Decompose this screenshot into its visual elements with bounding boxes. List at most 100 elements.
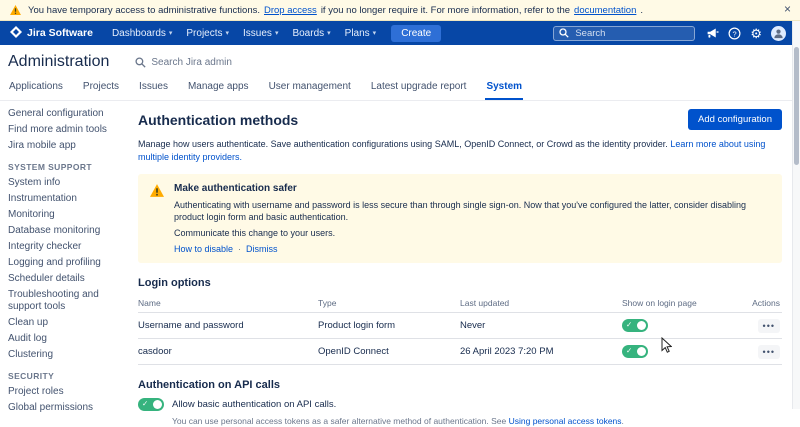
- tab-latest-upgrade-report[interactable]: Latest upgrade report: [370, 77, 468, 100]
- tab-issues[interactable]: Issues: [138, 77, 169, 100]
- tab-system[interactable]: System: [485, 77, 523, 100]
- sidebar-item-project-roles[interactable]: Project roles: [8, 386, 126, 398]
- system-sidebar: General configuration Find more admin to…: [0, 101, 130, 418]
- chevron-down-icon: ▾: [275, 29, 279, 37]
- nav-projects[interactable]: Projects ▾: [179, 28, 236, 39]
- add-configuration-button[interactable]: Add configuration: [688, 109, 782, 130]
- navbar-search[interactable]: [553, 26, 695, 41]
- hint-text: You can use personal access tokens as a …: [172, 416, 506, 426]
- row-type: OpenID Connect: [318, 346, 460, 357]
- jira-logo-icon: [10, 26, 22, 41]
- intro-sentence: Manage how users authenticate. Save auth…: [138, 139, 668, 149]
- brand-label: Jira Software: [27, 27, 93, 39]
- create-button[interactable]: Create: [391, 25, 441, 42]
- documentation-link[interactable]: documentation: [574, 5, 636, 16]
- main-content: Authentication methods Add configuration…: [130, 101, 800, 427]
- search-icon: [559, 28, 569, 38]
- admin-tabs: Applications Projects Issues Manage apps…: [0, 75, 800, 101]
- sidebar-item-general-configuration[interactable]: General configuration: [8, 108, 126, 120]
- admin-search[interactable]: Search Jira admin: [135, 57, 232, 68]
- nav-boards[interactable]: Boards▾: [285, 28, 337, 39]
- hint-end: .: [622, 416, 624, 426]
- close-icon[interactable]: ×: [784, 2, 791, 16]
- jira-brand[interactable]: Jira Software: [10, 26, 93, 41]
- show-on-login-toggle[interactable]: [622, 319, 648, 332]
- row-last-updated: Never: [460, 320, 622, 331]
- warning-icon: [10, 5, 21, 15]
- table-header-row: Name Type Last updated Show on login pag…: [138, 295, 782, 313]
- login-options-title: Login options: [138, 277, 782, 289]
- content-title: Authentication methods: [138, 112, 298, 128]
- sidebar-item-clean-up[interactable]: Clean up: [8, 317, 126, 329]
- dismiss-link[interactable]: Dismiss: [246, 243, 278, 255]
- scrollbar-thumb[interactable]: [794, 47, 799, 165]
- sidebar-section-security: SECURITY: [8, 371, 126, 381]
- sidebar-item-find-more-admin-tools[interactable]: Find more admin tools: [8, 124, 126, 136]
- col-header-last-updated: Last updated: [460, 298, 622, 308]
- tab-manage-apps[interactable]: Manage apps: [187, 77, 250, 100]
- sidebar-section-system-support: SYSTEM SUPPORT: [8, 162, 126, 172]
- tab-projects[interactable]: Projects: [82, 77, 120, 100]
- chevron-down-icon: ▾: [226, 29, 230, 37]
- tab-applications[interactable]: Applications: [8, 77, 64, 100]
- sidebar-item-clustering[interactable]: Clustering: [8, 349, 126, 361]
- warning-body-2: Communicate this change to your users.: [174, 227, 770, 239]
- how-to-disable-link[interactable]: How to disable: [174, 243, 233, 255]
- top-navbar: Jira Software Dashboards▾ Projects ▾ Issu…: [0, 21, 800, 45]
- navbar-search-input[interactable]: [573, 27, 689, 40]
- admin-search-placeholder: Search Jira admin: [151, 57, 232, 68]
- sidebar-item-jira-mobile-app[interactable]: Jira mobile app: [8, 140, 126, 152]
- chevron-down-icon: ▾: [327, 29, 331, 37]
- tab-user-management[interactable]: User management: [268, 77, 352, 100]
- col-header-name: Name: [138, 298, 318, 308]
- nav-issues[interactable]: Issues▾: [236, 28, 285, 39]
- row-name: casdoor: [138, 346, 318, 357]
- sidebar-item-logging-and-profiling[interactable]: Logging and profiling: [8, 257, 126, 269]
- api-auth-toggle[interactable]: [138, 398, 164, 411]
- announcement-icon[interactable]: [706, 27, 719, 39]
- col-header-show-on-login: Show on login page: [622, 298, 750, 308]
- sidebar-item-instrumentation[interactable]: Instrumentation: [8, 193, 126, 205]
- warning-body-1: Authenticating with username and passwor…: [174, 199, 770, 223]
- banner-text-start: You have temporary access to administrat…: [28, 5, 260, 16]
- personal-access-tokens-link[interactable]: Using personal access tokens: [509, 416, 622, 426]
- nav-plans-label: Plans: [345, 28, 370, 39]
- admin-header: Administration Search Jira admin: [0, 45, 800, 75]
- nav-plans[interactable]: Plans▾: [338, 28, 384, 39]
- sidebar-item-database-monitoring[interactable]: Database monitoring: [8, 225, 126, 237]
- row-actions-button[interactable]: •••: [758, 345, 780, 359]
- sidebar-item-integrity-checker[interactable]: Integrity checker: [8, 241, 126, 253]
- nav-projects-label: Projects: [186, 28, 222, 39]
- page-scrollbar[interactable]: [792, 21, 800, 409]
- nav-dashboards[interactable]: Dashboards▾: [105, 28, 179, 39]
- settings-gear-icon[interactable]: ⚙: [750, 27, 762, 40]
- row-name: Username and password: [138, 320, 318, 331]
- link-separator: ·: [238, 243, 241, 255]
- table-row: Username and password Product login form…: [138, 313, 782, 339]
- api-auth-label: Allow basic authentication on API calls.: [172, 399, 336, 410]
- sidebar-item-system-info[interactable]: System info: [8, 177, 126, 189]
- chevron-down-icon: ▾: [373, 29, 377, 37]
- sidebar-item-scheduler-details[interactable]: Scheduler details: [8, 273, 126, 285]
- sidebar-item-monitoring[interactable]: Monitoring: [8, 209, 126, 221]
- show-on-login-toggle[interactable]: [622, 345, 648, 358]
- login-options-table: Name Type Last updated Show on login pag…: [138, 295, 782, 365]
- temporary-access-banner: You have temporary access to administrat…: [0, 0, 800, 21]
- banner-text-end: .: [640, 5, 643, 16]
- sidebar-item-audit-log[interactable]: Audit log: [8, 333, 126, 345]
- banner-text-middle: if you no longer require it. For more in…: [321, 5, 570, 16]
- help-icon[interactable]: ?: [728, 27, 741, 40]
- table-row: casdoor OpenID Connect 26 April 2023 7:2…: [138, 339, 782, 365]
- row-last-updated: 26 April 2023 7:20 PM: [460, 346, 622, 357]
- row-actions-button[interactable]: •••: [758, 319, 780, 333]
- warning-title: Make authentication safer: [174, 183, 770, 195]
- warning-icon: [150, 184, 164, 255]
- sidebar-item-global-permissions[interactable]: Global permissions: [8, 402, 126, 414]
- chevron-down-icon: ▾: [169, 29, 173, 37]
- nav-boards-label: Boards: [292, 28, 324, 39]
- svg-text:?: ?: [733, 29, 737, 38]
- user-avatar[interactable]: [771, 26, 786, 41]
- warning-panel: Make authentication safer Authenticating…: [138, 174, 782, 263]
- sidebar-item-troubleshooting[interactable]: Troubleshooting and support tools: [8, 289, 126, 313]
- drop-access-link[interactable]: Drop access: [264, 5, 317, 16]
